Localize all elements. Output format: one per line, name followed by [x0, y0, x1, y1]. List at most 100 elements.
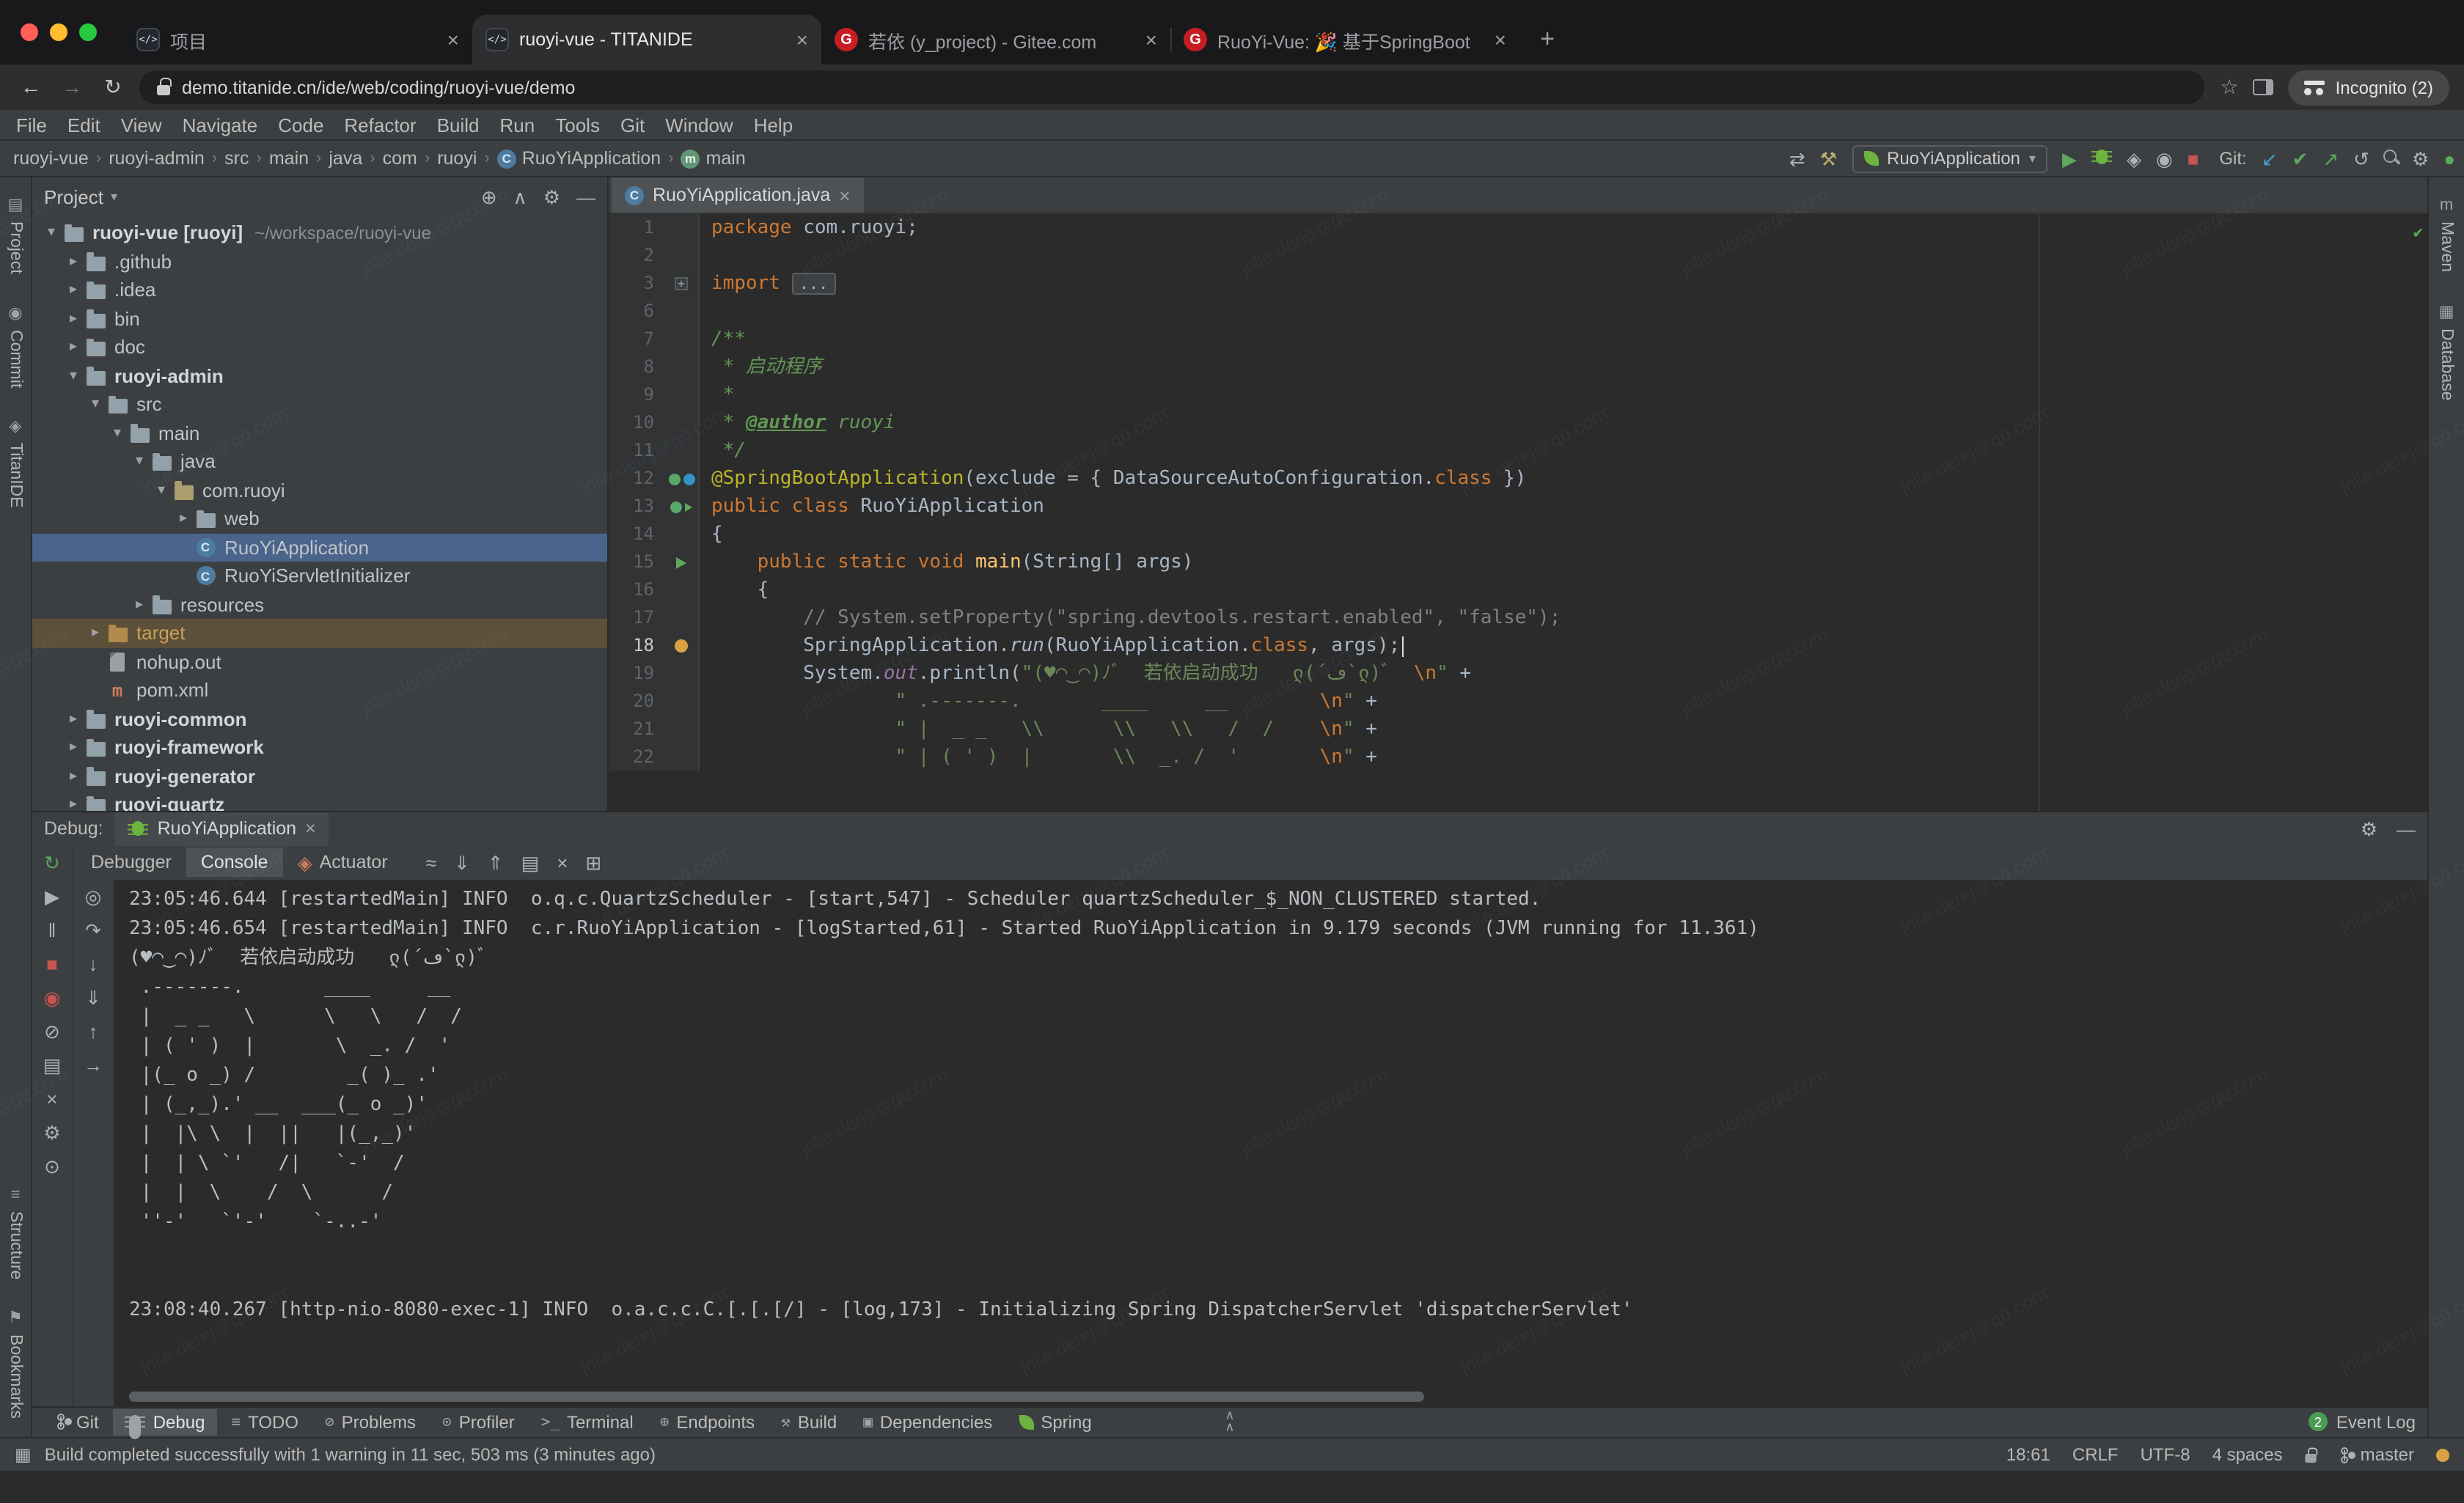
line-number[interactable]: 22	[609, 743, 664, 771]
menu-git[interactable]: Git	[610, 114, 655, 136]
tool-strip-button-maven[interactable]: mMaven	[2438, 198, 2455, 272]
tree-arrow-icon[interactable]: ▸	[129, 597, 150, 613]
tool-strip-button-project[interactable]: ▤Project	[7, 198, 24, 274]
run-gutter-icon[interactable]	[668, 473, 680, 485]
line-number[interactable]: 19	[609, 660, 664, 688]
print-icon[interactable]: ▤	[521, 853, 540, 872]
clear-icon[interactable]: ×	[557, 853, 568, 872]
pin-icon[interactable]: ⊙	[44, 1157, 60, 1176]
code-text[interactable]: * @author ruoyi	[700, 409, 895, 437]
line-number[interactable]: 2	[609, 242, 664, 270]
pause-icon[interactable]: ‖	[48, 921, 56, 940]
gutter-marker[interactable]	[664, 465, 700, 493]
tool-window-button-spring[interactable]: Spring	[1007, 1409, 1103, 1436]
run-icon[interactable]: ▶	[2062, 149, 2077, 168]
menu-tools[interactable]: Tools	[545, 114, 610, 136]
menu-help[interactable]: Help	[744, 114, 804, 136]
gutter-marker[interactable]	[664, 548, 700, 576]
debug-tab-actuator[interactable]: ◈Actuator	[283, 848, 403, 878]
menu-window[interactable]: Window	[655, 114, 744, 136]
tree-item[interactable]: ▾ruoyi-admin	[32, 361, 607, 390]
rerun-icon[interactable]: ↻	[44, 853, 60, 872]
gutter-marker[interactable]	[664, 493, 700, 521]
line-number[interactable]: 12	[609, 465, 664, 493]
reload-icon[interactable]: ↻	[97, 75, 129, 100]
tree-arrow-icon[interactable]: ▾	[85, 397, 106, 413]
breadcrumb-item[interactable]: CRuoYiApplication	[496, 148, 662, 169]
line-number[interactable]: 20	[609, 688, 664, 716]
force-step-into-icon[interactable]: ⇓	[85, 988, 101, 1007]
browser-tab[interactable]: </>项目×	[123, 15, 472, 65]
settings-icon[interactable]: ⚙	[2361, 820, 2377, 839]
line-number[interactable]: 7	[609, 326, 664, 353]
line-number[interactable]: 6	[609, 298, 664, 326]
git-branch-widget[interactable]: master	[2340, 1444, 2414, 1465]
bookmark-star-icon[interactable]: ☆	[2220, 75, 2238, 100]
incognito-badge[interactable]: Incognito (2)	[2289, 70, 2449, 105]
settings-icon[interactable]: ⚙	[543, 187, 560, 206]
tool-window-button-debug[interactable]: Debug	[114, 1409, 217, 1436]
debug-session-tab[interactable]: RuoYiApplication ×	[115, 812, 329, 846]
debug-icon[interactable]	[2096, 149, 2108, 163]
view-breakpoints-icon[interactable]: ◉	[44, 988, 61, 1007]
scroll-end-icon[interactable]: ⇓	[454, 853, 470, 872]
code-text[interactable]: *	[700, 381, 734, 409]
run-to-cursor-icon[interactable]: →	[84, 1056, 103, 1075]
event-log-button[interactable]: 2 Event Log	[2309, 1412, 2416, 1433]
gutter-marker[interactable]: +	[664, 270, 700, 298]
tree-item[interactable]: nohup.out	[32, 647, 607, 676]
code-text[interactable]: * 启动程序	[700, 353, 822, 381]
line-number[interactable]: 13	[609, 493, 664, 521]
line-number[interactable]: 15	[609, 548, 664, 576]
code-text[interactable]	[700, 242, 711, 270]
tool-strip-button-commit[interactable]: ◉Commit	[7, 306, 24, 388]
code-text[interactable]: import ...	[700, 270, 835, 298]
browser-tab[interactable]: G若依 (y_project) - Gitee.com×	[821, 15, 1170, 65]
address-bar[interactable]: demo.titanide.cn/ide/web/coding/ruoyi-vu…	[139, 70, 2204, 104]
site-security-icon[interactable]	[157, 85, 170, 95]
breakpoint-icon[interactable]	[675, 639, 688, 653]
settings-icon[interactable]: ⚙	[43, 1123, 60, 1142]
tool-window-button-problems[interactable]: ⊘Problems	[313, 1409, 428, 1436]
line-number[interactable]: 9	[609, 381, 664, 409]
close-window-button[interactable]	[21, 23, 38, 41]
tool-strip-button-structure[interactable]: ≡Structure	[7, 1188, 24, 1279]
tree-arrow-icon[interactable]: ▸	[173, 511, 194, 527]
build-icon[interactable]: ⚒	[1820, 149, 1837, 168]
compare-icon[interactable]: ⇄	[1789, 149, 1805, 168]
line-number[interactable]: 17	[609, 604, 664, 632]
code-text[interactable]: @SpringBootApplication(exclude = { DataS…	[700, 465, 1526, 493]
line-number[interactable]: 10	[609, 409, 664, 437]
browser-tab[interactable]: </>ruoyi-vue - TITANIDE×	[472, 15, 821, 65]
tree-item[interactable]: ▸web	[32, 504, 607, 533]
breadcrumb-item[interactable]: java	[327, 148, 364, 169]
code-editor[interactable]: ✔ 1package com.ruoyi;23+import ...67/**8…	[609, 214, 2427, 811]
run-gutter-icon[interactable]	[685, 502, 692, 511]
tree-arrow-icon[interactable]: ▸	[63, 311, 84, 327]
forward-icon[interactable]: →	[56, 75, 88, 100]
tool-window-button-terminal[interactable]: >_Terminal	[529, 1409, 645, 1436]
settings-icon[interactable]: ⚙	[2412, 149, 2429, 168]
debug-tab-console[interactable]: Console	[186, 848, 283, 878]
run-gutter-icon[interactable]	[676, 556, 686, 568]
code-text[interactable]: package com.ruoyi;	[700, 214, 918, 242]
tree-item[interactable]: ▸bin	[32, 304, 607, 333]
tree-item[interactable]: mpom.xml	[32, 676, 607, 705]
code-text[interactable]: System.out.println("(♥◠‿◠)ﾉﾞ 若依启动成功 ლ(´ڡ…	[700, 660, 1471, 688]
git-push-icon[interactable]: ↗	[2322, 149, 2339, 168]
tree-item[interactable]: ▸.idea	[32, 276, 607, 304]
breadcrumb-item[interactable]: main	[268, 148, 310, 169]
code-text[interactable]: " | ( ' ) | \\ _. / ' \n" +	[700, 743, 1377, 771]
menu-run[interactable]: Run	[490, 114, 546, 136]
git-history-icon[interactable]: ↺	[2353, 149, 2369, 168]
tab-close-icon[interactable]: ×	[447, 28, 459, 51]
tree-arrow-icon[interactable]: ▸	[63, 797, 84, 811]
close-icon[interactable]: ×	[839, 184, 850, 206]
fold-icon[interactable]: +	[675, 277, 688, 290]
code-text[interactable]	[700, 298, 711, 326]
step-out-icon[interactable]: ↑	[89, 1022, 98, 1041]
code-text[interactable]: " .-------. ____ __ \n" +	[700, 688, 1377, 716]
menu-view[interactable]: View	[111, 114, 172, 136]
menu-edit[interactable]: Edit	[57, 114, 111, 136]
locate-icon[interactable]: ⊕	[481, 187, 497, 206]
